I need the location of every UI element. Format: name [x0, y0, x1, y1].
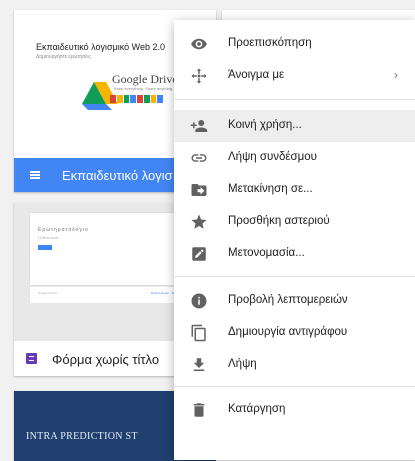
menu-item-label: Λήψη: [228, 358, 257, 370]
menu-item-preview[interactable]: Προεπισκόπηση: [174, 28, 415, 60]
menu-item-download[interactable]: Λήψη: [174, 349, 415, 381]
link-icon: [190, 149, 208, 167]
menu-item-make-copy[interactable]: Δημιουργία αντιγράφου: [174, 317, 415, 349]
folder-move-icon: [190, 181, 208, 199]
menu-item-share[interactable]: Κοινή χρήση...: [174, 110, 415, 142]
info-icon: [190, 292, 208, 310]
menu-item-add-star[interactable]: Προσθήκη αστεριού: [174, 206, 415, 238]
menu-item-label: Λήψη συνδέσμου: [228, 151, 317, 163]
menu-item-label: Δημιουργία αντιγράφου: [228, 326, 348, 338]
form-preview-desc: Η ιδέα είναι ...: [38, 235, 63, 240]
trash-icon: [190, 401, 208, 419]
edit-icon: [190, 245, 208, 263]
menu-divider: [174, 276, 415, 277]
menu-item-label: Μετακίνηση σε...: [228, 183, 313, 195]
menu-item-move-to[interactable]: Μετακίνηση σε...: [174, 174, 415, 206]
menu-item-rename[interactable]: Μετονομασία...: [174, 238, 415, 270]
menu-item-label: Προβολή λεπτομερειών: [228, 294, 348, 306]
form-preview-button: [38, 245, 52, 250]
menu-item-remove[interactable]: Κατάργηση: [174, 394, 415, 426]
menu-item-open-with[interactable]: Άνοιγμα με ›: [174, 60, 415, 92]
thumbnail-subtitle: Δημιουργήστε ερωτήσεις: [36, 54, 91, 60]
thumbnail-title: Εκπαιδευτικό λογισμικό Web 2.0: [36, 42, 166, 52]
eye-icon: [190, 35, 208, 53]
file-name: Εκπαιδευτικό λογισ: [62, 168, 173, 183]
logo-wordmark: Google Drive: [112, 72, 178, 86]
app-icons-strip: [110, 95, 164, 103]
context-menu: Προεπισκόπηση Άνοιγμα με › Κοινή χρήση..…: [174, 20, 415, 460]
form-footer-brand: Google Forms: [38, 291, 58, 295]
slides-icon: [30, 171, 40, 179]
forms-icon: [26, 353, 37, 364]
menu-item-label: Κοινή χρήση...: [228, 119, 302, 131]
menu-item-label: Άνοιγμα με: [228, 69, 285, 81]
menu-divider: [174, 99, 415, 100]
submenu-arrow-icon: ›: [394, 68, 398, 82]
add-person-icon: [190, 117, 208, 135]
form-preview-title: Ερωτηματολόγιο: [38, 227, 89, 233]
menu-divider: [174, 386, 415, 387]
move-arrows-icon: [190, 67, 208, 85]
thumbnail-title: INTRA PREDICTION ST: [26, 431, 138, 442]
download-icon: [190, 356, 208, 374]
menu-item-get-link[interactable]: Λήψη συνδέσμου: [174, 142, 415, 174]
copy-icon: [190, 324, 208, 342]
menu-item-label: Προεπισκόπηση: [228, 37, 312, 49]
star-icon: [190, 213, 208, 231]
menu-item-label: Προσθήκη αστεριού: [228, 215, 330, 227]
menu-item-details[interactable]: Προβολή λεπτομερειών: [174, 285, 415, 317]
logo-tagline: Keep everything. Share anything.: [114, 86, 174, 91]
menu-item-label: Κατάργηση: [228, 403, 286, 415]
menu-item-label: Μετονομασία...: [228, 247, 305, 259]
file-name: Φόρμα χωρίς τίτλο: [52, 352, 160, 367]
